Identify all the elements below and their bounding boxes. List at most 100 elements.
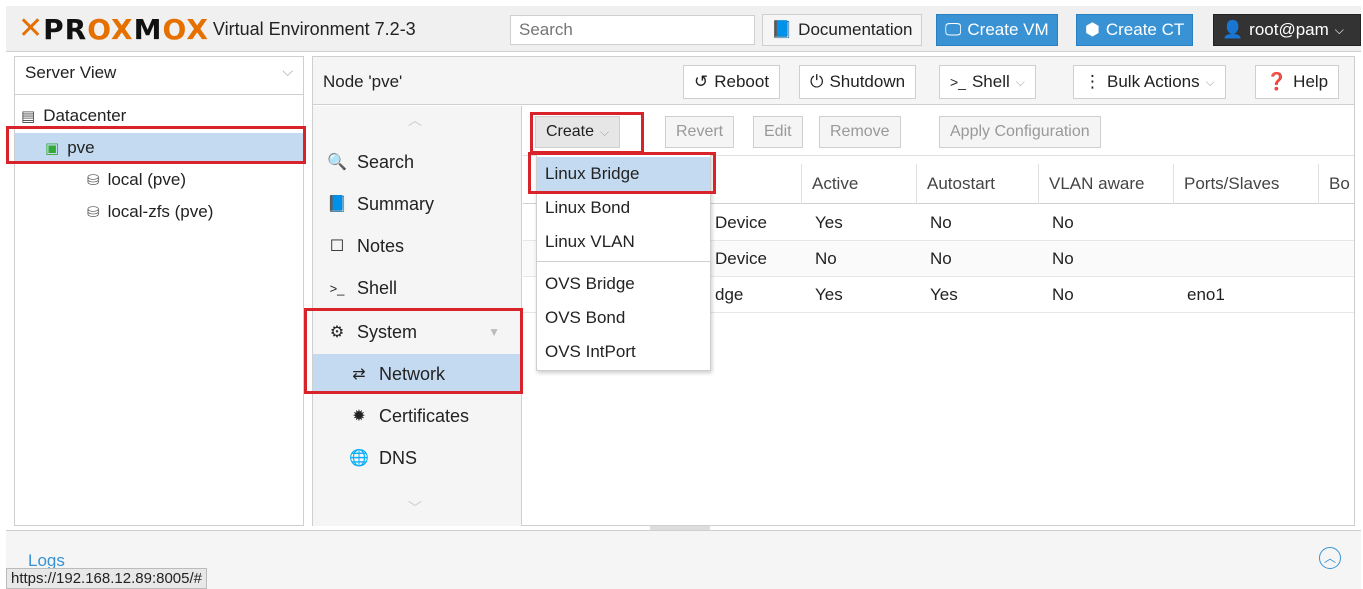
globe-icon: 🌐: [349, 450, 369, 467]
shutdown-label: Shutdown: [829, 72, 906, 91]
column-active[interactable]: Active: [801, 164, 916, 204]
column-label: Autostart: [927, 174, 996, 193]
nav-item-system[interactable]: ⚙ System ▼: [313, 312, 522, 352]
view-selector[interactable]: Server View ⌵: [15, 57, 303, 95]
user-menu-button[interactable]: 👤 root@pam ⌵: [1213, 14, 1361, 46]
create-vm-button[interactable]: 🖵 Create VM: [936, 14, 1058, 46]
column-vlan-aware[interactable]: VLAN aware: [1038, 164, 1173, 204]
menu-item-label: OVS IntPort: [545, 342, 636, 361]
column-label: Bo: [1329, 174, 1350, 193]
documentation-label: Documentation: [798, 20, 913, 39]
chevron-up-icon[interactable]: ︿: [408, 110, 422, 130]
node-pane: Node 'pve' ↺ Reboot ⏻ Shutdown >_ Shell …: [312, 56, 1355, 526]
nav-item-dns[interactable]: 🌐 DNS: [313, 438, 522, 478]
chevron-down-icon: ⌵: [600, 124, 610, 139]
logo-wordmark: PROXMOX: [43, 12, 209, 46]
create-ct-button[interactable]: ⬢ Create CT: [1076, 14, 1194, 46]
menu-item-linux-bridge[interactable]: Linux Bridge: [537, 157, 710, 191]
bulk-actions-label: Bulk Actions: [1107, 72, 1200, 91]
column-ports-slaves[interactable]: Ports/Slaves: [1173, 164, 1318, 204]
menu-item-ovs-bond[interactable]: OVS Bond: [537, 301, 710, 335]
node-online-icon: ▣: [45, 140, 60, 157]
storage-icon: ⛁: [87, 204, 100, 221]
nav-item-summary[interactable]: 📘 Summary: [313, 184, 522, 224]
cell-vlan-aware: No: [1052, 285, 1074, 304]
terminal-icon: >_: [329, 280, 345, 296]
nav-item-label: Shell: [357, 277, 398, 298]
menu-item-linux-vlan[interactable]: Linux VLAN: [537, 225, 710, 259]
menu-item-ovs-intport[interactable]: OVS IntPort: [537, 335, 710, 369]
reboot-label: Reboot: [714, 72, 770, 91]
proxmox-x-icon: ✕: [18, 11, 44, 46]
help-button[interactable]: ❓ Help: [1255, 65, 1340, 99]
cell-autostart: Yes: [930, 285, 958, 304]
product-version: Virtual Environment 7.2-3: [212, 18, 416, 39]
menu-item-label: Linux Bond: [545, 198, 631, 217]
cell-type: Device: [715, 249, 767, 268]
node-title: Node 'pve': [323, 72, 403, 91]
chevron-down-icon: ⌵: [1205, 74, 1215, 89]
user-icon: 👤: [1222, 20, 1244, 39]
shell-button[interactable]: >_ Shell ⌵: [939, 65, 1036, 99]
nav-item-shell[interactable]: >_ Shell: [313, 268, 522, 308]
menu-item-label: Linux Bridge: [545, 164, 640, 183]
menu-item-ovs-bridge[interactable]: OVS Bridge: [537, 267, 710, 301]
chevron-down-icon: ⌵: [282, 63, 293, 79]
view-selector-label: Server View: [25, 63, 117, 82]
revert-button[interactable]: Revert: [665, 116, 735, 148]
proxmox-logo: ✕ PROXMOX Virtual Environment 7.2-3: [18, 11, 416, 46]
network-toolbar: Create ⌵ Revert Edit Remove Apply Config…: [523, 106, 1354, 156]
exchange-icon: ⇄: [352, 366, 366, 383]
chevron-up-icon[interactable]: ︿: [1319, 547, 1341, 569]
nav-item-label: Network: [379, 363, 446, 384]
chevron-down-icon: ⌵: [1015, 74, 1025, 89]
chevron-down-icon[interactable]: ﹀: [408, 498, 422, 518]
tree-item-local-zfs[interactable]: ⛁ local-zfs (pve): [87, 197, 297, 227]
power-icon: ⏻: [810, 72, 824, 91]
desktop-icon: 🖵: [945, 20, 962, 39]
menu-item-linux-bond[interactable]: Linux Bond: [537, 191, 710, 225]
remove-button[interactable]: Remove: [819, 116, 901, 148]
create-dropdown-menu: Linux Bridge Linux Bond Linux VLAN OVS B…: [536, 154, 711, 371]
nav-item-label: Certificates: [379, 405, 470, 426]
help-icon: ❓: [1266, 72, 1288, 91]
column-label: Active: [812, 174, 859, 193]
nav-item-search[interactable]: 🔍 Search: [313, 142, 522, 182]
status-url: https://192.168.12.89:8005/#: [6, 568, 207, 589]
top-bar: ✕ PROXMOX Virtual Environment 7.2-3 📘 Do…: [6, 6, 1361, 52]
tree-item-pve[interactable]: ▣ pve: [15, 133, 303, 163]
documentation-button[interactable]: 📘 Documentation: [762, 14, 922, 46]
apply-configuration-button[interactable]: Apply Configuration: [939, 116, 1101, 148]
cell-type: dge: [715, 285, 744, 304]
column-autostart[interactable]: Autostart: [916, 164, 1038, 204]
column-label: Ports/Slaves: [1184, 174, 1280, 193]
user-label: root@pam: [1249, 20, 1329, 39]
edit-button[interactable]: Edit: [753, 116, 803, 148]
reboot-button[interactable]: ↺ Reboot: [683, 65, 781, 99]
cell-autostart: No: [930, 249, 952, 268]
chevron-down-icon: ⌵: [1334, 22, 1344, 37]
shell-label: Shell: [971, 72, 1010, 91]
cell-autostart: No: [930, 213, 952, 232]
nav-item-network[interactable]: ⇄ Network: [313, 354, 522, 394]
tree-item-local[interactable]: ⛁ local (pve): [87, 165, 297, 195]
nav-item-notes[interactable]: ☐ Notes: [313, 226, 522, 266]
tree-item-datacenter[interactable]: ▤ Datacenter: [21, 101, 301, 131]
certificate-icon: ✹: [352, 408, 366, 425]
cell-active: No: [815, 249, 837, 268]
bulk-actions-button[interactable]: ⋮ Bulk Actions ⌵: [1073, 65, 1226, 99]
create-ct-label: Create CT: [1105, 20, 1185, 39]
notes-icon: ☐: [329, 238, 345, 255]
search-input[interactable]: [510, 15, 755, 45]
nav-item-label: System: [357, 321, 418, 342]
cell-active: Yes: [815, 285, 843, 304]
tree-item-label: pve: [67, 138, 95, 157]
shutdown-button[interactable]: ⏻ Shutdown: [799, 65, 917, 99]
create-button[interactable]: Create ⌵: [535, 116, 621, 148]
nav-item-label: Notes: [357, 235, 405, 256]
menu-item-label: OVS Bond: [545, 308, 626, 327]
column-bond[interactable]: Bo: [1318, 164, 1354, 204]
cell-type: Device: [715, 213, 767, 232]
help-label: Help: [1293, 72, 1329, 91]
nav-item-certificates[interactable]: ✹ Certificates: [313, 396, 522, 436]
